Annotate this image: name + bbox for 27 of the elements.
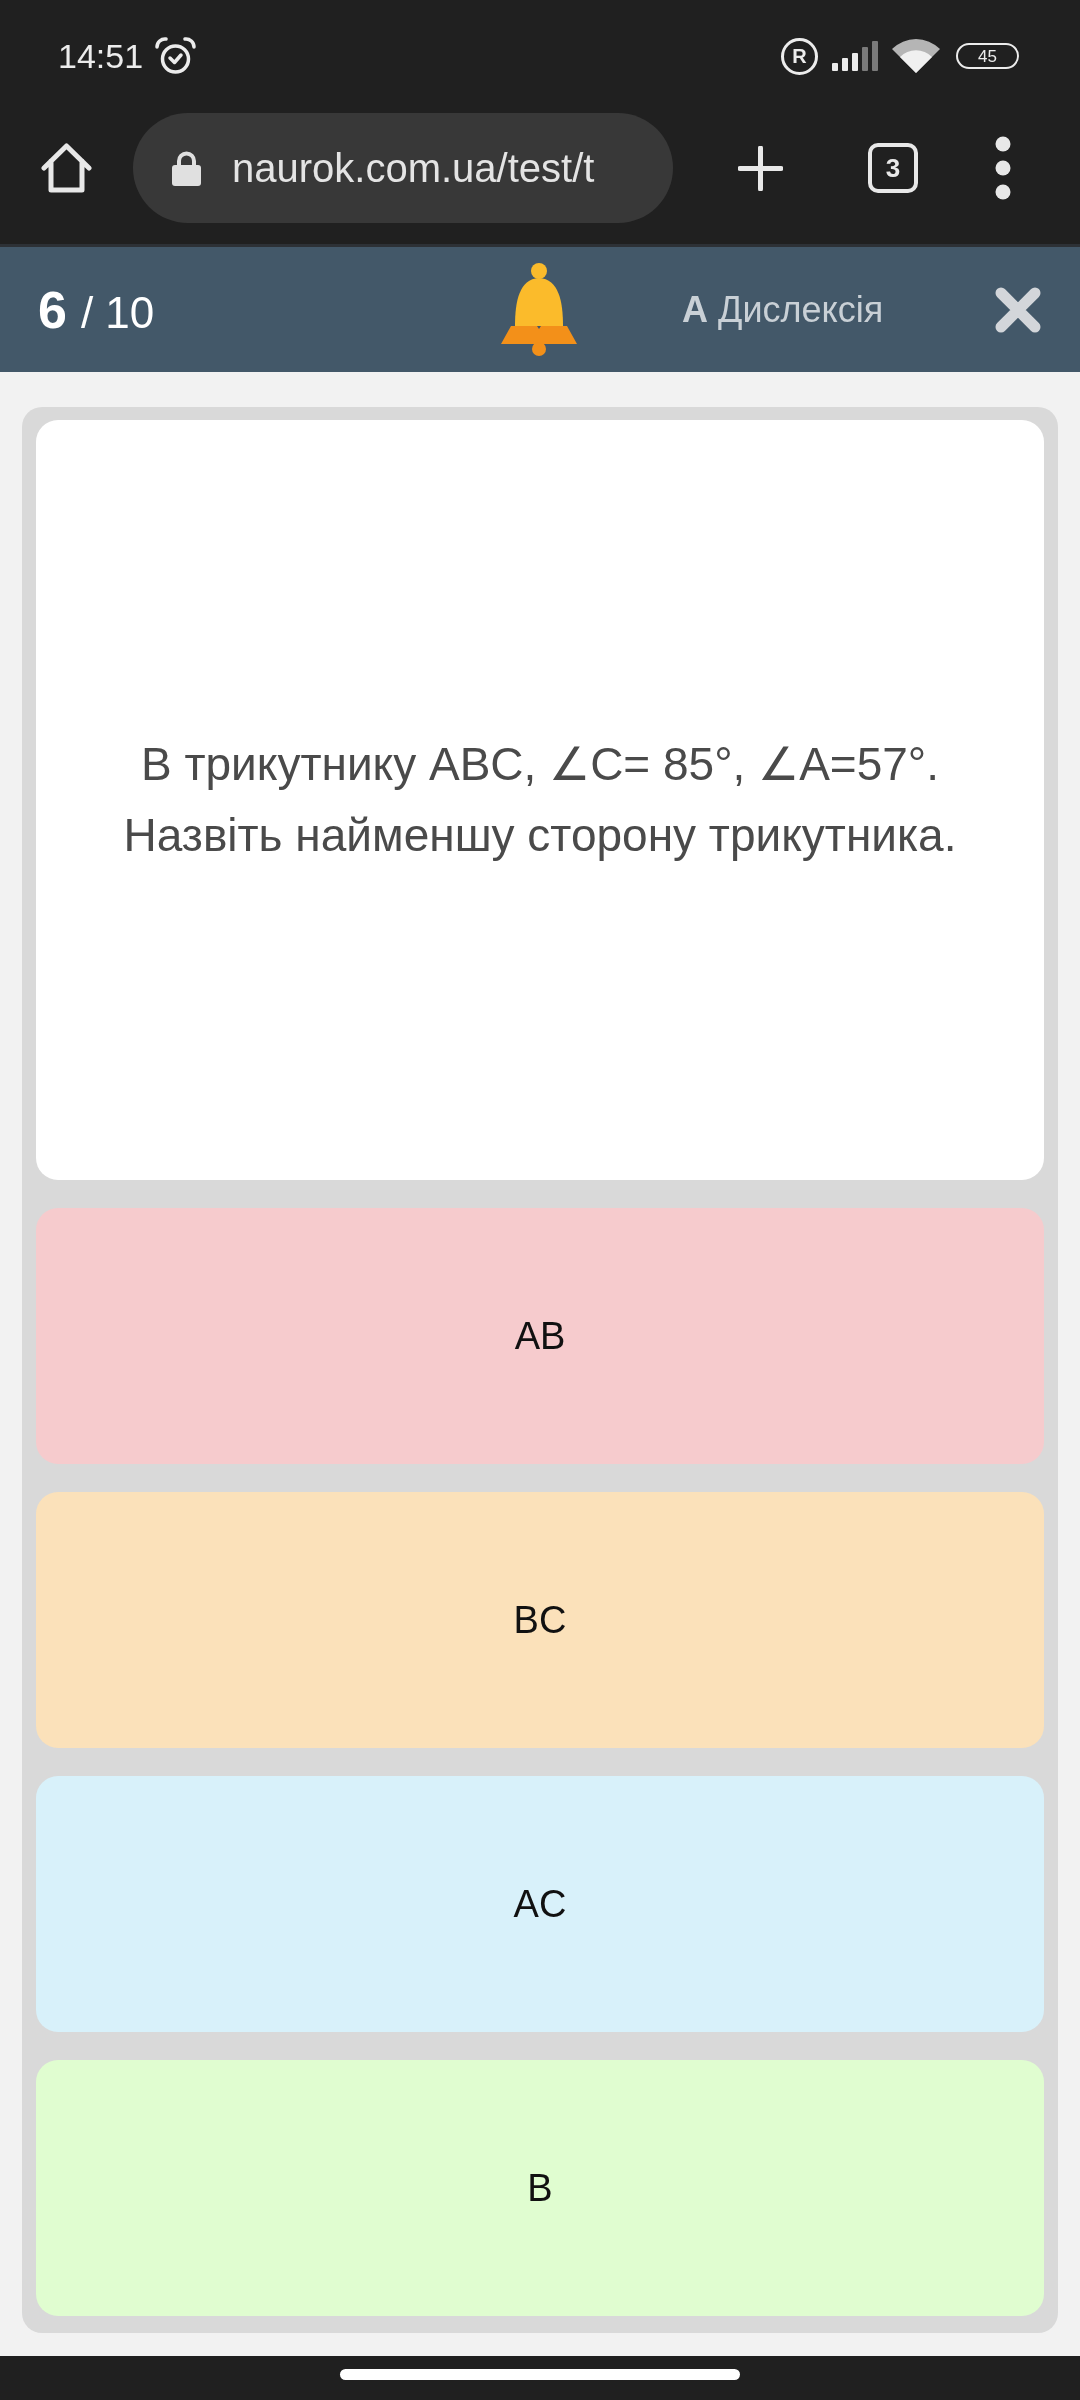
question-total: / 10 (80, 290, 155, 335)
answer-option[interactable]: BC (36, 1492, 1044, 1748)
home-button[interactable] (41, 143, 92, 193)
question-number: 6 (38, 283, 67, 336)
battery-percent: 45 (978, 47, 997, 65)
answer-option[interactable]: AC (36, 1776, 1044, 2032)
tab-switcher-button[interactable]: 3 (868, 143, 918, 193)
close-button[interactable] (995, 286, 1041, 333)
home-icon (41, 143, 92, 193)
more-icon (995, 136, 1011, 200)
signal-icon (832, 41, 880, 71)
status-time: 14:51 (58, 39, 144, 73)
lock-icon (171, 150, 202, 186)
more-menu-button[interactable] (995, 136, 1011, 200)
wifi-icon (892, 39, 940, 73)
roaming-indicator: R (781, 37, 818, 75)
new-tab-button[interactable] (738, 145, 783, 191)
address-bar[interactable]: naurok.com.ua/test/t (133, 113, 673, 223)
question-text: В трикутнику ABC, ∠C= 85°, ∠A=57°. Назвіть найменшу сторону трикутника. (122, 737, 958, 863)
close-icon (995, 286, 1041, 333)
alarm-clock-icon (155, 37, 197, 75)
answer-option[interactable]: B (36, 2060, 1044, 2316)
answer-option[interactable]: AB (36, 1208, 1044, 1464)
url-text: naurok.com.ua/test/t (232, 148, 595, 188)
bell-icon (501, 262, 577, 357)
dyslexia-toggle[interactable]: A Дислексія (682, 291, 884, 328)
plus-icon (738, 145, 783, 191)
